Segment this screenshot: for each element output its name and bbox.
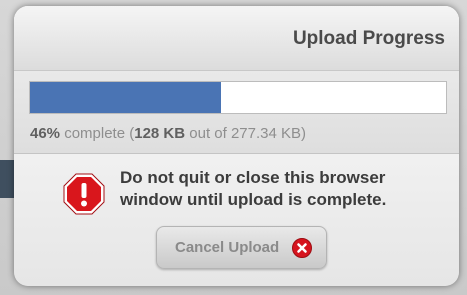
background-strip [0, 160, 14, 198]
progress-percent: 46% [30, 125, 61, 142]
cancel-upload-button[interactable]: Cancel Upload [156, 226, 327, 269]
dialog-title-bar: Upload Progress [14, 6, 459, 71]
total-size: out of 277.34 KB) [185, 125, 307, 142]
cancel-upload-label: Cancel Upload [175, 239, 280, 256]
uploaded-size: 128 KB [134, 125, 186, 142]
progress-panel: 46% complete (128 KB out of 277.34 KB) [14, 71, 459, 154]
warning-message: Do not quit or close this browser window… [120, 168, 387, 209]
dialog-title: Upload Progress [292, 28, 445, 49]
close-circle-icon [292, 238, 312, 258]
stop-warning-icon [63, 173, 105, 215]
progress-status-text: 46% complete (128 KB out of 277.34 KB) [30, 125, 306, 142]
progress-bar [29, 81, 447, 114]
progress-complete-word: complete ( [60, 125, 135, 142]
upload-progress-dialog: Upload Progress 46% complete (128 KB out… [14, 6, 459, 286]
progress-bar-fill [30, 82, 222, 113]
